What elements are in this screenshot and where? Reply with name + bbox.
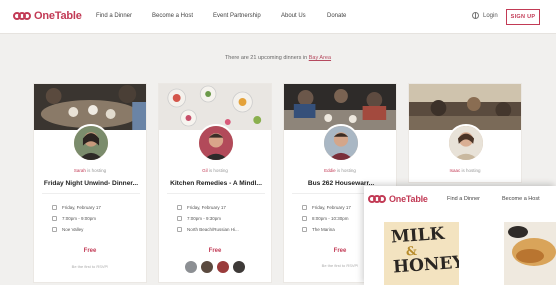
host-name[interactable]: Eddie bbox=[324, 168, 336, 173]
dinner-date: Friday, February 17 bbox=[302, 205, 351, 210]
brand-logo[interactable]: OneTable bbox=[13, 10, 82, 22]
dinner-date: Friday, February 17 bbox=[52, 205, 101, 210]
calendar-icon bbox=[302, 205, 307, 210]
location-text: The Marina bbox=[312, 227, 335, 232]
top-navbar: OneTable Find a Dinner Become a Host Eve… bbox=[0, 0, 556, 34]
host-avatar bbox=[72, 124, 110, 162]
mobile-preview-overlay: OneTable Find a Dinner Become a Host MIL… bbox=[364, 186, 556, 285]
guest-avatar[interactable] bbox=[185, 261, 197, 273]
card-divider bbox=[42, 193, 140, 194]
nav-link-become-a-host[interactable]: Become a Host bbox=[152, 13, 193, 19]
logo-rings-icon bbox=[13, 11, 31, 21]
host-avatar bbox=[447, 124, 485, 162]
dinner-card[interactable]: Sarah is hosting Friday Night Unwind- Di… bbox=[33, 83, 147, 283]
clock-icon bbox=[302, 216, 307, 221]
logo-rings-icon bbox=[368, 194, 386, 204]
dinner-card[interactable]: Gil is hosting Kitchen Remedies - A Mind… bbox=[158, 83, 272, 283]
calendar-icon bbox=[177, 205, 182, 210]
host-line: Eddie is hosting bbox=[284, 168, 396, 173]
clock-icon bbox=[177, 216, 182, 221]
location-pin-icon bbox=[302, 227, 307, 232]
location-text: Noe Valley bbox=[62, 227, 84, 232]
guest-avatar[interactable] bbox=[217, 261, 229, 273]
guest-avatar[interactable] bbox=[201, 261, 213, 273]
globe-icon bbox=[472, 12, 479, 19]
brand-name: OneTable bbox=[34, 10, 82, 22]
location-text: North Beach/Russian Hi... bbox=[187, 227, 239, 232]
event-poster-image[interactable]: MILK & HONEY bbox=[384, 222, 459, 285]
host-avatar bbox=[197, 124, 235, 162]
host-line: Sarah is hosting bbox=[34, 168, 146, 173]
banner-text: There are 21 upcoming dinners in bbox=[224, 55, 308, 61]
host-line: Gil is hosting bbox=[159, 168, 271, 173]
dinner-location: North Beach/Russian Hi... bbox=[177, 227, 239, 232]
host-suffix: is hosting bbox=[208, 168, 228, 173]
dinner-time: 7:00pm - 9:00pm bbox=[52, 216, 97, 221]
dinner-date: Friday, February 17 bbox=[177, 205, 226, 210]
host-name[interactable]: Gil bbox=[202, 168, 208, 173]
host-suffix: is hosting bbox=[87, 168, 107, 173]
guest-avatars bbox=[185, 261, 249, 273]
host-name[interactable]: Isaac bbox=[449, 168, 460, 173]
dinner-location: The Marina bbox=[302, 227, 335, 232]
login-link[interactable]: Login bbox=[472, 12, 498, 19]
date-text: Friday, February 17 bbox=[187, 205, 226, 210]
poster-lettering: MILK & HONEY bbox=[390, 223, 459, 278]
inset-nav-become-a-host[interactable]: Become a Host bbox=[502, 196, 540, 202]
guest-avatar[interactable] bbox=[233, 261, 245, 273]
host-suffix: is hosting bbox=[336, 168, 356, 173]
dinner-time: 8:00pm - 10:30pm bbox=[302, 216, 349, 221]
inset-brand-logo[interactable]: OneTable bbox=[368, 194, 428, 204]
inset-brand-name: OneTable bbox=[389, 194, 428, 204]
dinner-card[interactable]: Isaac is hosting bbox=[408, 83, 522, 183]
location-pin-icon bbox=[52, 227, 57, 232]
time-text: 7:00pm - 9:30pm bbox=[187, 216, 222, 221]
price: Free bbox=[83, 248, 97, 254]
signup-button[interactable]: SIGN UP bbox=[506, 9, 540, 25]
time-text: 7:00pm - 9:00pm bbox=[62, 216, 97, 221]
dinner-title[interactable]: Friday Night Unwind- Dinner... bbox=[38, 180, 144, 187]
login-label: Login bbox=[483, 12, 498, 19]
location-link[interactable]: Bay Area bbox=[309, 55, 331, 61]
nav-link-event-partnership[interactable]: Event Partnership bbox=[213, 13, 261, 19]
host-suffix: is hosting bbox=[461, 168, 481, 173]
host-line: Isaac is hosting bbox=[409, 168, 521, 173]
food-photo[interactable] bbox=[504, 222, 556, 285]
nav-link-donate[interactable]: Donate bbox=[327, 13, 346, 19]
date-text: Friday, February 17 bbox=[312, 205, 351, 210]
dinner-time: 7:00pm - 9:30pm bbox=[177, 216, 222, 221]
time-text: 8:00pm - 10:30pm bbox=[312, 216, 349, 221]
host-avatar bbox=[322, 124, 360, 162]
rsvp-note: Be the first to RSVP! bbox=[71, 264, 109, 269]
nav-link-about-us[interactable]: About Us bbox=[281, 13, 306, 19]
nav-link-find-a-dinner[interactable]: Find a Dinner bbox=[96, 13, 132, 19]
calendar-icon bbox=[52, 205, 57, 210]
inset-nav-find-a-dinner[interactable]: Find a Dinner bbox=[447, 196, 480, 202]
clock-icon bbox=[52, 216, 57, 221]
date-text: Friday, February 17 bbox=[62, 205, 101, 210]
card-divider bbox=[167, 193, 265, 194]
dinner-location: Noe Valley bbox=[52, 227, 84, 232]
location-pin-icon bbox=[177, 227, 182, 232]
dinner-title[interactable]: Kitchen Remedies - A Mindl... bbox=[163, 180, 269, 187]
upcoming-dinners-banner: There are 21 upcoming dinners in Bay Are… bbox=[0, 55, 556, 61]
price: Free bbox=[208, 248, 222, 254]
host-name[interactable]: Sarah bbox=[74, 168, 86, 173]
